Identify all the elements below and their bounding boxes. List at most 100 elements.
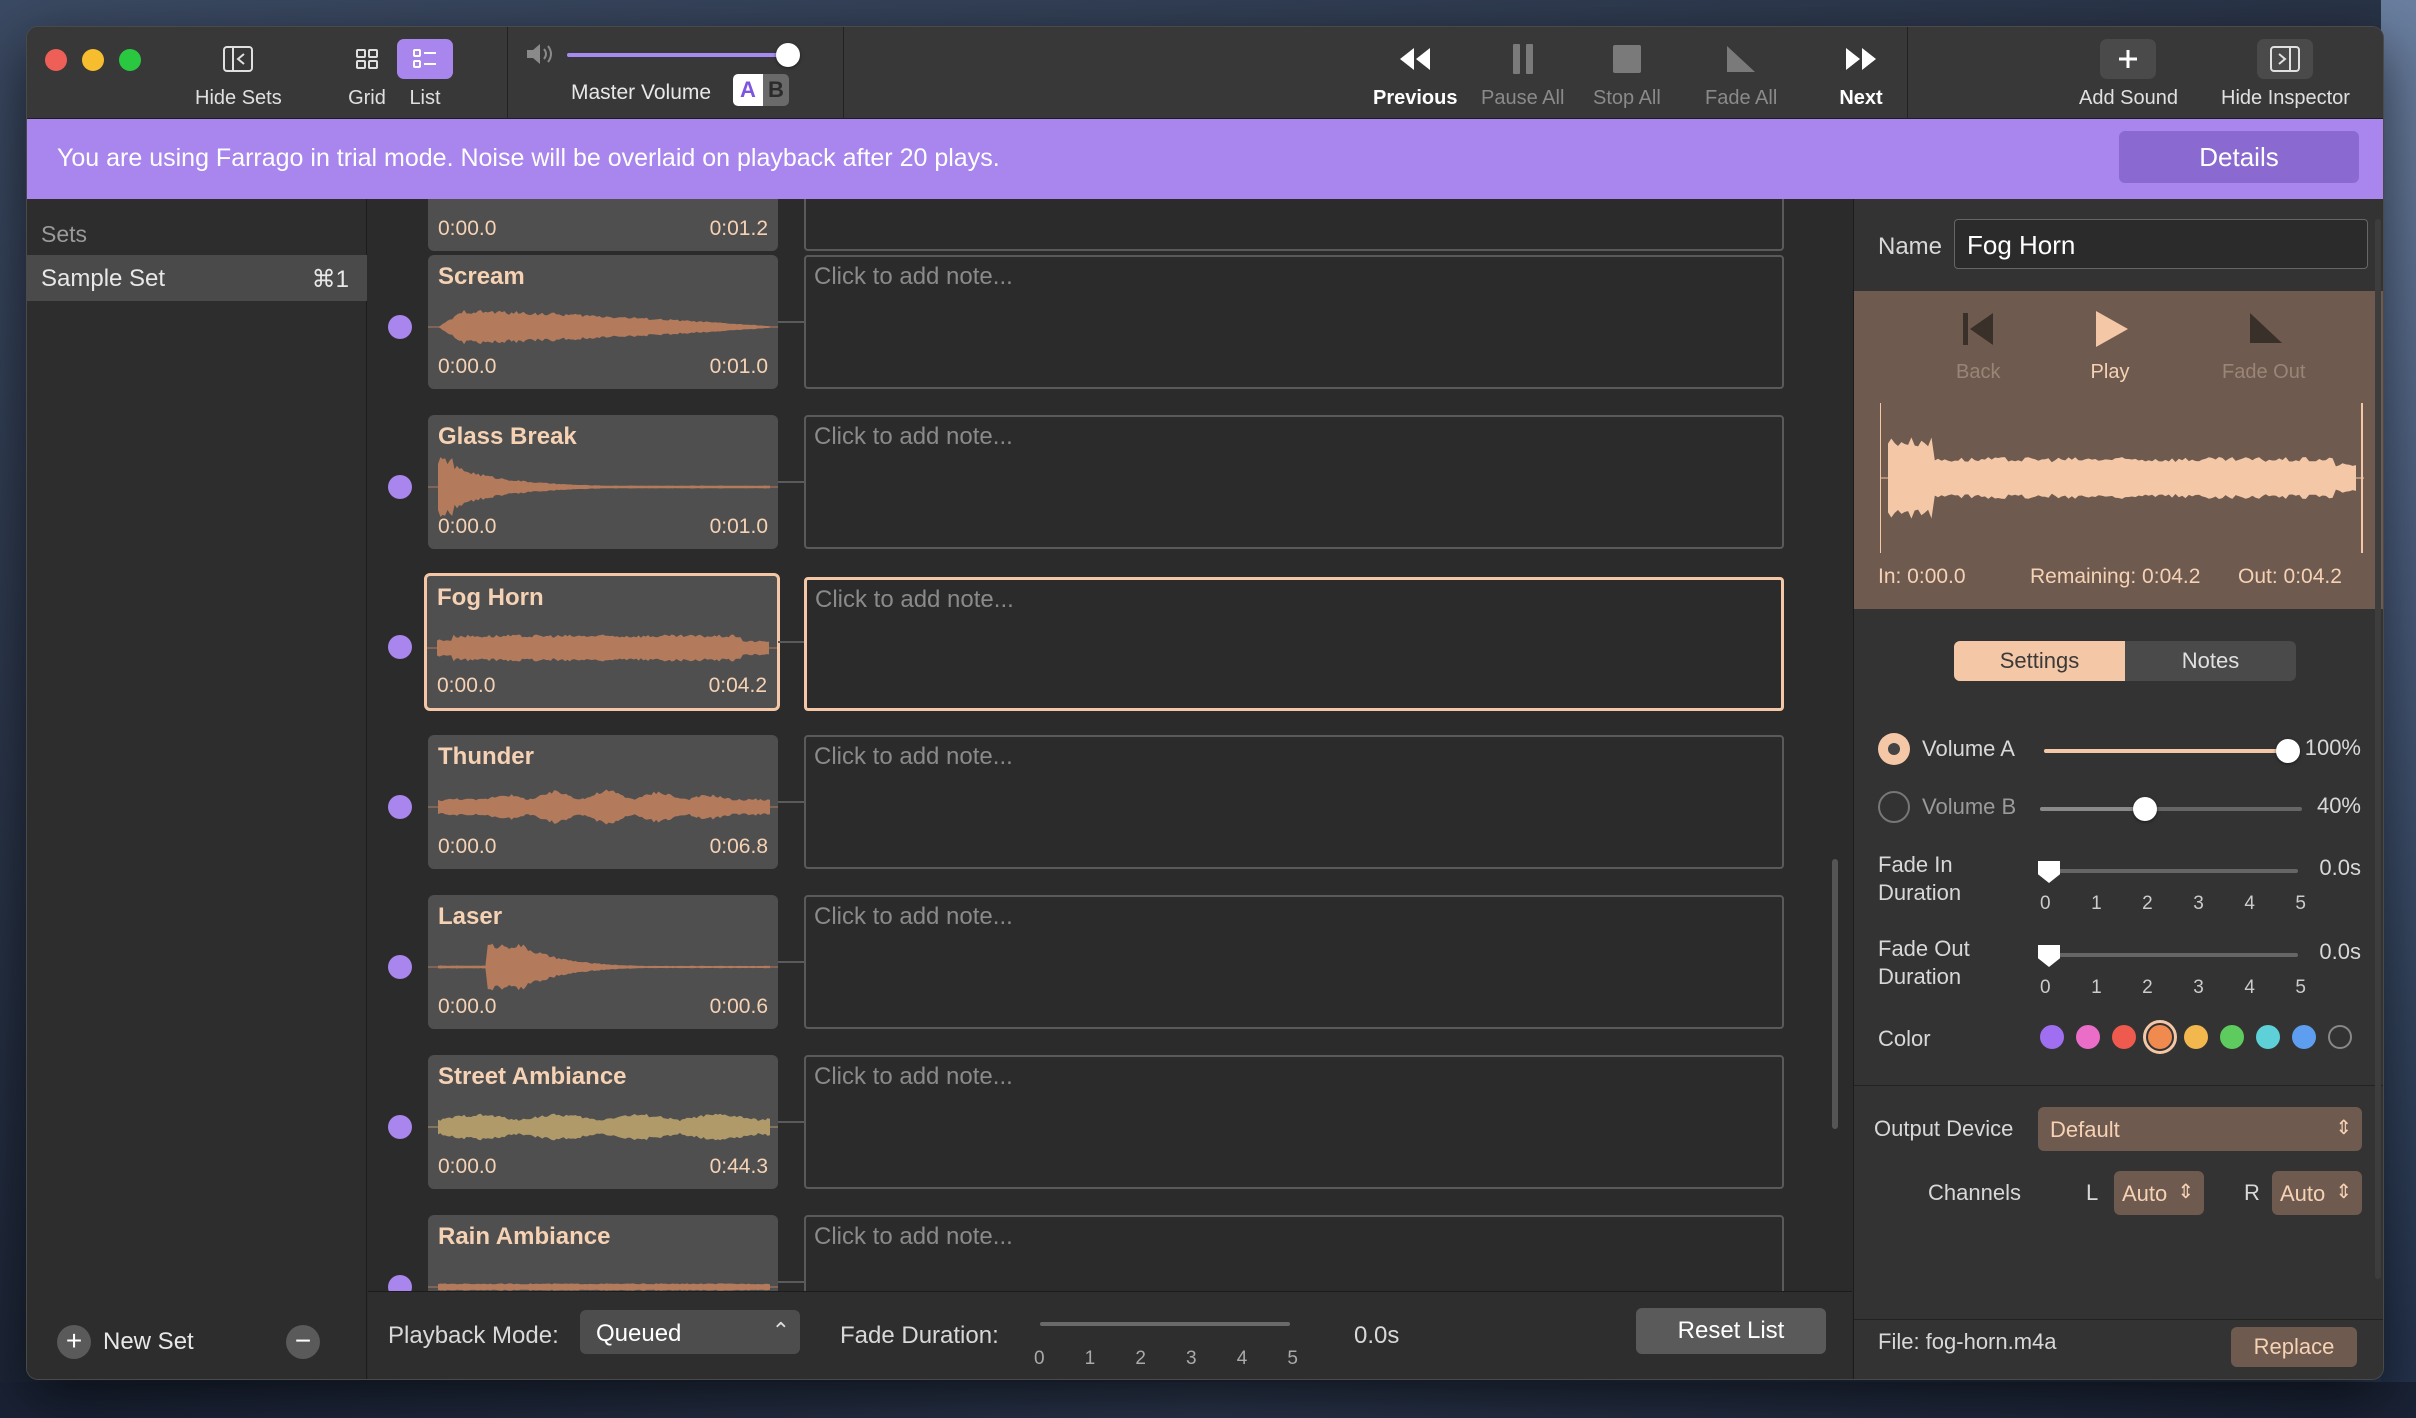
sound-tile-laser[interactable]: Laser 0:00.0 0:00.6 [428, 895, 778, 1029]
name-label: Name [1878, 233, 1943, 260]
divider [1854, 1319, 2383, 1320]
tick-label: 0 [2040, 977, 2051, 998]
new-set-button[interactable]: + New Set [57, 1325, 194, 1359]
fade-in-duration-slider[interactable] [2038, 861, 2298, 883]
add-sound-button[interactable]: Add Sound [2079, 39, 2178, 110]
previous-button[interactable]: Previous [1373, 39, 1457, 110]
master-volume-slider[interactable] [567, 43, 801, 67]
color-swatch[interactable] [2143, 1020, 2177, 1054]
right-channel-select[interactable]: Auto ⇕ [2272, 1171, 2362, 1215]
waveform-shape [438, 1113, 770, 1141]
ab-toggle[interactable]: A B [733, 74, 789, 106]
next-button[interactable]: Next [1833, 39, 1889, 110]
color-swatch[interactable] [2220, 1025, 2244, 1049]
tile-end-time: 0:01.0 [709, 515, 768, 538]
pause-all-button[interactable]: Pause All [1481, 39, 1564, 110]
sound-tile-fog-horn[interactable]: Fog Horn 0:00.0 0:04.2 [424, 573, 780, 711]
fade-out-duration-slider[interactable] [2038, 945, 2298, 967]
color-swatch[interactable] [2040, 1025, 2064, 1049]
fade-out-button[interactable]: Fade Out [2222, 309, 2305, 384]
sound-tile-scream[interactable]: Scream 0:00.0 0:01.0 [428, 255, 778, 389]
sound-tile[interactable]: 0:00.0 0:01.2 [428, 199, 778, 251]
grid-view-button[interactable]: Grid [339, 39, 395, 110]
status-dot [388, 475, 412, 499]
output-device-select[interactable]: Default ⇕ [2038, 1107, 2362, 1151]
fade-out-label-line1: Fade Out [1878, 936, 1970, 961]
waveform-shape [438, 943, 770, 991]
tile-end-time: 0:44.3 [709, 1155, 768, 1178]
zoom-window-button[interactable] [119, 49, 141, 71]
reset-list-button[interactable]: Reset List [1636, 1308, 1826, 1354]
tile-start-time: 0:00.0 [437, 674, 496, 697]
color-swatch[interactable] [2112, 1025, 2136, 1049]
status-dot [388, 955, 412, 979]
note-field[interactable]: Click to add note... [804, 415, 1784, 549]
hide-inspector-button[interactable]: Hide Inspector [2221, 39, 2350, 110]
list-view-button[interactable]: List [397, 39, 453, 110]
volume-a-knob[interactable] [2276, 739, 2300, 763]
fade-all-button[interactable]: Fade All [1705, 39, 1777, 110]
volume-b-value: 40% [2316, 793, 2361, 818]
status-dot [388, 1115, 412, 1139]
volume-b-radio[interactable] [1878, 791, 1910, 823]
previous-label: Previous [1373, 87, 1458, 109]
tile-start-time: 0:00.0 [438, 355, 497, 378]
color-swatch[interactable] [2256, 1025, 2280, 1049]
note-field[interactable]: Click to add note... [804, 1055, 1784, 1189]
status-dot [388, 315, 412, 339]
color-swatch[interactable] [2292, 1025, 2316, 1049]
note-field[interactable]: Click to add note... [804, 1215, 1784, 1291]
volume-b-knob[interactable] [2132, 797, 2157, 821]
status-dot [388, 635, 412, 659]
toolbar-separator [1907, 27, 1908, 119]
note-field[interactable]: Click to add note... [804, 895, 1784, 1029]
note-field[interactable]: Click to add note... [804, 577, 1784, 711]
master-volume-fill [567, 53, 789, 57]
sound-tile-thunder[interactable]: Thunder 0:00.0 0:06.8 [428, 735, 778, 869]
bottom-bar: Playback Mode: Queued ⌃ Fade Duration: 0… [368, 1291, 1852, 1379]
name-input[interactable]: Fog Horn [1954, 219, 2368, 269]
sound-tile-rain-ambiance[interactable]: Rain Ambiance [428, 1215, 778, 1291]
list-item: Scream 0:00.0 0:01.0 Click to add note..… [368, 255, 1852, 395]
remove-set-button[interactable]: − [286, 1325, 320, 1359]
sound-tile-street-ambiance[interactable]: Street Ambiance 0:00.0 0:44.3 [428, 1055, 778, 1189]
ab-b-button[interactable]: B [763, 74, 789, 106]
tick-label: 5 [2295, 977, 2306, 998]
note-field[interactable]: Click to add note... [804, 735, 1784, 869]
volume-a-radio[interactable] [1878, 733, 1910, 765]
play-button[interactable]: Play [2090, 309, 2130, 384]
back-button[interactable]: Back [1956, 309, 2000, 384]
minimize-window-button[interactable] [82, 49, 104, 71]
fade-out-duration-knob[interactable] [2038, 945, 2060, 967]
note-field[interactable]: Click to add note... [804, 255, 1784, 389]
list-item: Laser 0:00.0 0:00.6 Click to add note... [368, 895, 1852, 1035]
ab-a-button[interactable]: A [733, 74, 763, 106]
connector-line [778, 1281, 804, 1283]
fade-duration-slider[interactable] [1040, 1322, 1290, 1326]
list-item: Fog Horn 0:00.0 0:04.2 Click to add note… [368, 573, 1852, 713]
playback-mode-select[interactable]: Queued ⌃ [580, 1310, 800, 1354]
replace-button[interactable]: Replace [2231, 1327, 2357, 1367]
color-swatch[interactable] [2328, 1025, 2352, 1049]
color-swatch[interactable] [2076, 1025, 2100, 1049]
sound-tile-glass-break[interactable]: Glass Break 0:00.0 0:01.0 [428, 415, 778, 549]
tab-settings[interactable]: Settings [1954, 641, 2125, 681]
fade-in-duration-knob[interactable] [2038, 861, 2060, 883]
color-swatch[interactable] [2184, 1025, 2208, 1049]
master-volume-knob[interactable] [776, 43, 801, 67]
inspector-scrollbar[interactable] [2375, 219, 2381, 1279]
sidebar-item-sample-set[interactable]: Sample Set ⌘1 [27, 255, 367, 301]
hide-sets-button[interactable]: Hide Sets [195, 39, 282, 110]
close-window-button[interactable] [45, 49, 67, 71]
list-scrollbar[interactable] [1832, 859, 1838, 1129]
tick-label: 2 [1135, 1348, 1146, 1369]
note-field[interactable] [804, 199, 1784, 251]
left-channel-select[interactable]: Auto ⇕ [2114, 1171, 2204, 1215]
output-device-label: Output Device [1874, 1116, 2014, 1141]
details-button[interactable]: Details [2119, 131, 2359, 183]
stop-all-button[interactable]: Stop All [1593, 39, 1661, 110]
volume-b-slider[interactable] [2040, 797, 2302, 821]
volume-a-slider[interactable] [2044, 739, 2300, 763]
tab-notes[interactable]: Notes [2125, 641, 2296, 681]
inspector-panel: Name Fog Horn Back Play Fade Out In: 0:0… [1853, 199, 2383, 1379]
